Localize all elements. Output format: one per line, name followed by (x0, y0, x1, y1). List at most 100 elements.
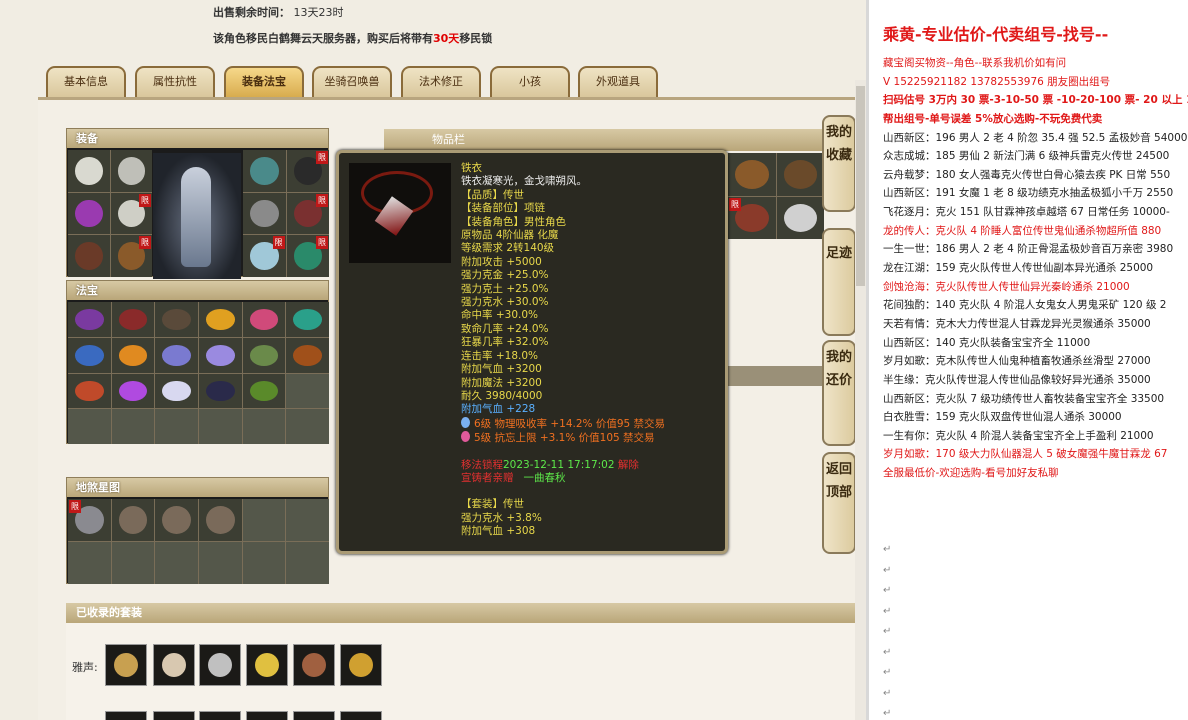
fengshou-slot[interactable] (155, 499, 198, 541)
page-scrollbar[interactable] (855, 80, 866, 720)
tab-children[interactable]: 小孩 (490, 66, 570, 97)
notes-list: 藏宝阁买物资--角色--联系我机价如有问 V 15225921182 137825… (883, 54, 1188, 483)
tab-equipment[interactable]: 装备法宝 (224, 66, 304, 97)
treasure-slot[interactable] (68, 302, 111, 337)
equipment-panel-title: 装备 (67, 129, 328, 148)
equip-slot[interactable] (68, 150, 110, 192)
treasure-slot[interactable] (199, 302, 242, 337)
treasure-slot-empty (242, 409, 286, 444)
treasure-slot[interactable] (155, 373, 198, 409)
treasure-slot[interactable] (111, 337, 155, 373)
set-item[interactable] (199, 644, 241, 686)
treasure-slot[interactable] (155, 337, 198, 373)
treasure-grid (68, 302, 329, 444)
equip-slot[interactable] (110, 150, 152, 192)
fengshou-panel: 地煞星图 限 (66, 477, 329, 584)
set-item[interactable] (153, 711, 195, 720)
lock-time: 2023-12-11 17:17:02 (503, 458, 615, 471)
itembar-slot[interactable] (728, 153, 776, 196)
sets-title: 已收录的套装 (66, 603, 866, 623)
itembar-slot[interactable]: 限 (728, 196, 776, 239)
equip-slot[interactable]: 限 (243, 235, 286, 277)
footprint-button[interactable]: 足迹 (822, 228, 856, 336)
tab-spell-correction[interactable]: 法术修正 (401, 66, 481, 97)
fengshou-slot[interactable]: 限 (68, 499, 111, 541)
necklace-icon (349, 163, 451, 263)
treasure-slot[interactable] (68, 373, 111, 409)
back-to-top-button[interactable]: 返回顶部 (822, 452, 856, 554)
tab-appearance[interactable]: 外观道具 (578, 66, 658, 97)
set-item[interactable] (340, 644, 382, 686)
set-item[interactable] (246, 644, 288, 686)
fengshou-slot[interactable] (111, 499, 155, 541)
favorites-button[interactable]: 我的收藏 (822, 115, 856, 212)
notes-line: 山西新区：196 男人 2 老 4 阶忽 35.4 强 52.5 孟极妙音 54… (883, 131, 1188, 144)
notes-line: 一生有你：克火队 4 阶混人装备宝宝齐全上手盈利 21000 (883, 429, 1154, 442)
set-item[interactable] (199, 711, 241, 720)
item-extra-blue: 附加气血 +228 (461, 403, 536, 416)
tab-basic-info[interactable]: 基本信息 (46, 66, 126, 97)
itembar-subheader (728, 366, 824, 386)
set-item[interactable] (340, 711, 382, 720)
tab-attributes[interactable]: 属性抗性 (135, 66, 215, 97)
treasure-slot[interactable] (199, 373, 242, 409)
treasure-slot[interactable] (199, 337, 242, 373)
notes-title: 乘黄-专业估价-代卖组号-找号-- (883, 25, 1109, 44)
treasure-slot[interactable] (286, 337, 329, 373)
equip-slot[interactable] (68, 235, 110, 277)
equip-slot[interactable]: 限 (110, 192, 152, 235)
equip-slot[interactable] (68, 192, 110, 235)
treasure-slot[interactable] (68, 337, 111, 373)
empty-paragraph-marks: ↵ ↵ ↵ ↵ ↵ ↵ ↵ ↵ ↵ (883, 544, 892, 719)
treasure-slot[interactable] (111, 373, 155, 409)
notes-line: 众志成城：185 男仙 2 新法门满 6 级神兵雷克火传世 24500 (883, 150, 1170, 163)
limit-badge: 限 (316, 236, 328, 250)
set-item[interactable] (105, 711, 147, 720)
notes-line: 山西新区：191 女魔 1 老 8 级功绩克水抽孟极狐小千万 2550 (883, 187, 1174, 200)
equip-slot[interactable] (243, 192, 286, 235)
treasure-slot-empty (286, 409, 329, 444)
item-desc: 铁衣凝寒光，金戈啸朔风。 (461, 175, 587, 188)
notes-line: 帮出组号-单号误差 5%放心选购-不玩免费代卖 (883, 112, 1103, 125)
fengshou-slot[interactable] (199, 499, 242, 541)
equip-slot[interactable]: 限 (286, 150, 329, 192)
equip-slot[interactable] (243, 150, 286, 192)
my-bargain-button[interactable]: 我的还价 (822, 340, 856, 446)
itembar-slot[interactable] (776, 153, 824, 196)
gem-line-1: 6级 物理吸收率 +14.2% 价值95 禁交易 (461, 416, 721, 431)
item-stat: 强力克金 +25.0% (461, 269, 549, 282)
treasure-slot[interactable] (242, 337, 286, 373)
tab-mounts-pets[interactable]: 坐骑召唤兽 (312, 66, 392, 97)
treasure-slot[interactable] (155, 302, 198, 337)
set-item[interactable] (246, 711, 288, 720)
fengshou-slot-empty (242, 542, 286, 584)
limit-badge: 限 (729, 197, 741, 211)
treasure-slot[interactable] (286, 302, 329, 337)
set-item[interactable] (293, 711, 335, 720)
gem-icon (461, 431, 470, 443)
character-portrait (153, 153, 241, 279)
gem-line-2: 5级 抗忘上限 +3.1% 价值105 禁交易 (461, 431, 721, 445)
set-stat: 强力克水 +3.8% (461, 511, 542, 524)
fengshou-panel-title: 地煞星图 (67, 478, 328, 497)
equip-slot[interactable]: 限 (110, 235, 152, 277)
set-item[interactable] (153, 644, 195, 686)
set-name: 【套装】传世 (461, 498, 524, 511)
equip-slot[interactable]: 限 (286, 192, 329, 235)
set-item[interactable] (293, 644, 335, 686)
sale-time-value: 13天23时 (293, 6, 344, 19)
equip-slot[interactable]: 限 (286, 235, 329, 277)
set-item[interactable] (105, 644, 147, 686)
itembar-header: 物品栏 (384, 129, 866, 151)
notes-line: 剑蚀沧海：克火队传世人传世仙异光秦岭通杀 21000 (883, 280, 1130, 293)
notes-line: 藏宝阁买物资--角色--联系我机价如有问 (883, 57, 1067, 69)
cbg-page: 出售剩余时间： 13天23时 该角色移民白鹤舞云天服务器，购买后将带有30天移民… (0, 0, 866, 720)
treasure-slot[interactable] (242, 302, 286, 337)
treasure-slot[interactable] (111, 302, 155, 337)
treasure-slot[interactable] (242, 373, 286, 409)
treasure-slot-empty (68, 409, 111, 444)
itembar-slot[interactable] (776, 196, 824, 239)
notes-line: 全服最低价-欢迎选购-看号加好友私聊 (883, 467, 1059, 480)
scrollbar-thumb[interactable] (856, 86, 865, 286)
item-tooltip: 铁衣 铁衣凝寒光，金戈啸朔风。 【品质】传世 【装备部位】项链 【装备角色】男性… (336, 150, 728, 554)
